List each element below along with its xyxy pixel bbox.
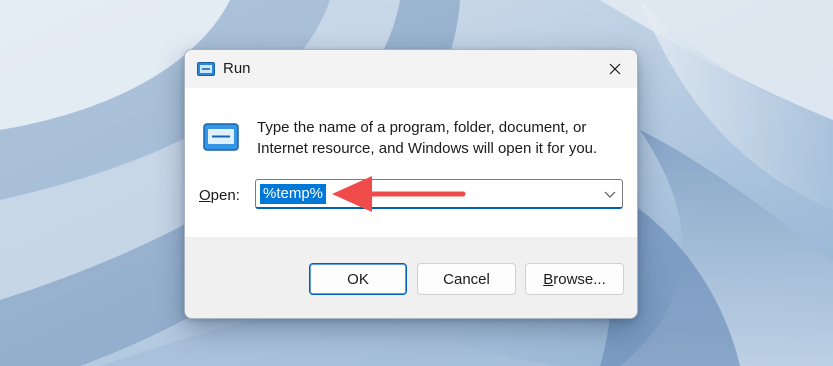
browse-mnemonic: B [543, 270, 554, 288]
open-label-text: pen: [210, 187, 240, 204]
run-icon [197, 62, 215, 76]
browse-button[interactable]: Browse... [525, 263, 624, 295]
chevron-down-icon[interactable] [604, 189, 616, 199]
cancel-button[interactable]: Cancel [417, 263, 516, 295]
close-icon [609, 63, 621, 75]
close-button[interactable] [593, 50, 637, 88]
dialog-description: Type the name of a program, folder, docu… [257, 119, 598, 157]
title-bar[interactable]: Run [185, 50, 637, 88]
browse-label: rowse... [553, 270, 606, 288]
dialog-title: Run [223, 60, 251, 77]
arrow-left-icon [332, 176, 466, 212]
run-icon [203, 123, 239, 151]
open-label: Open: [199, 187, 240, 204]
open-input[interactable]: %temp% [260, 184, 327, 204]
ok-button[interactable]: OK [309, 263, 407, 295]
dialog-footer: OK Cancel Browse... [185, 237, 637, 318]
open-label-mnemonic: O [199, 187, 211, 204]
